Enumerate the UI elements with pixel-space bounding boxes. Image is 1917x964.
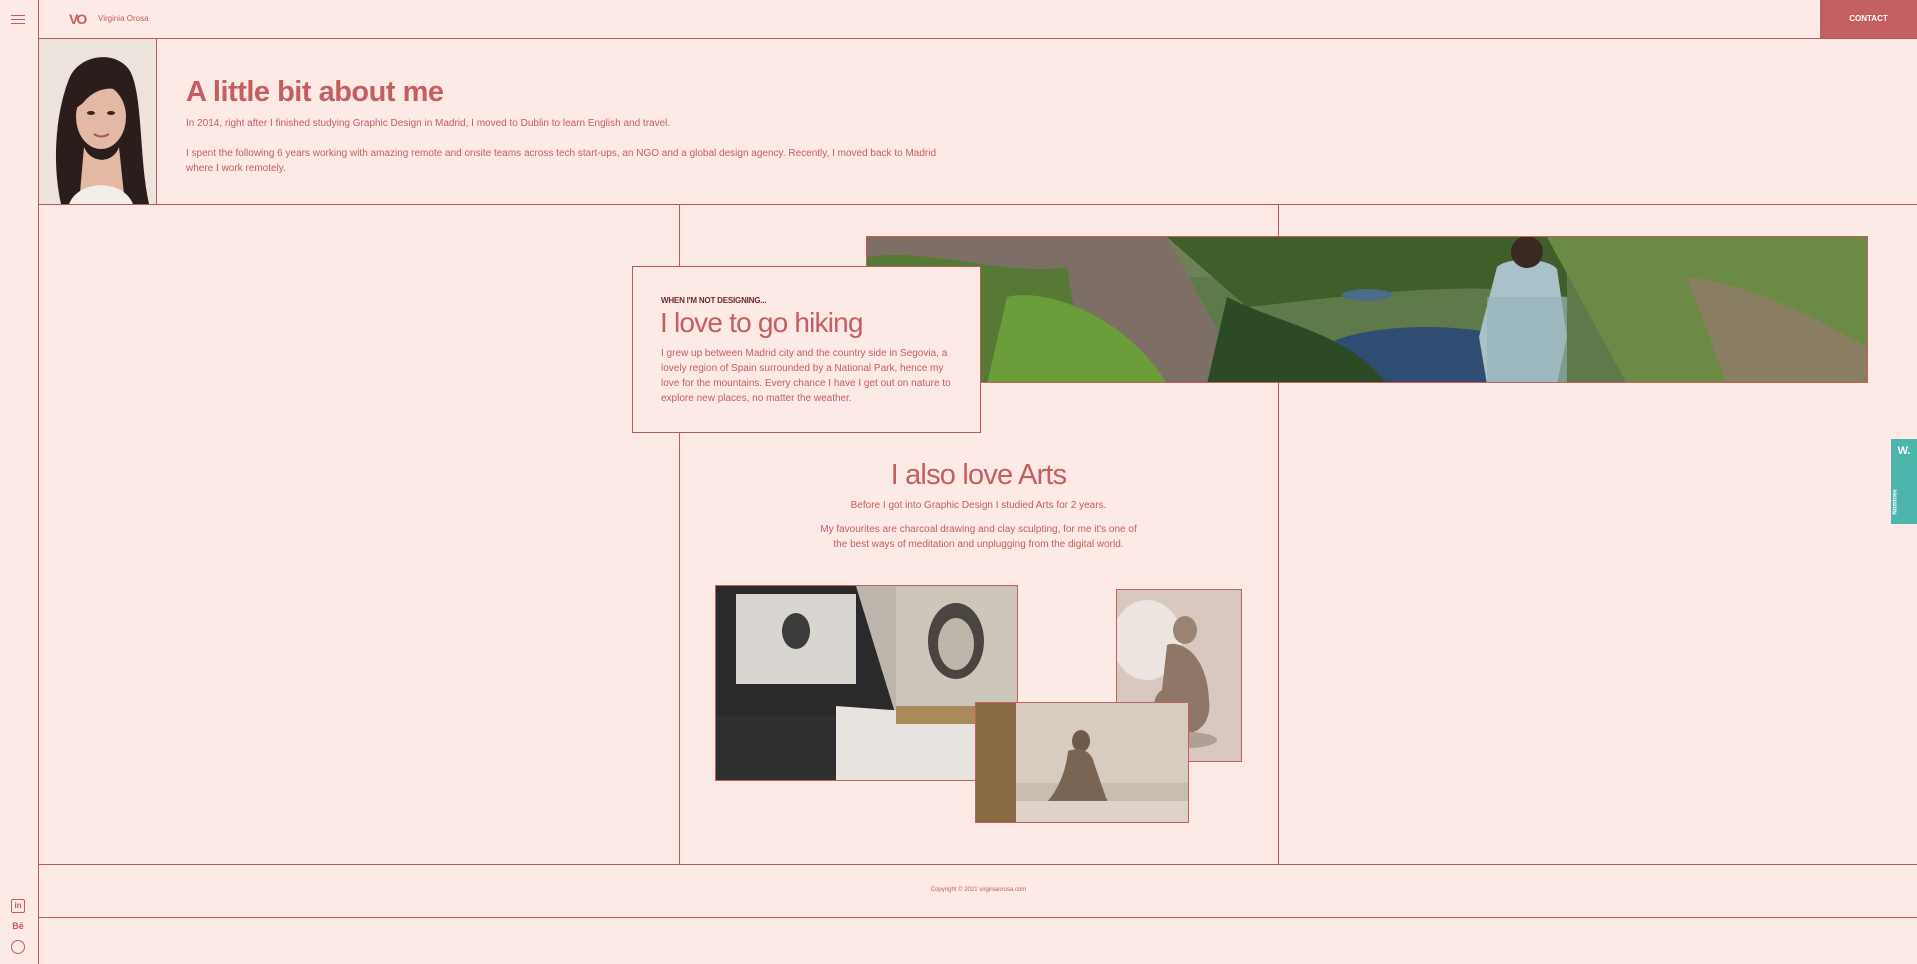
linkedin-icon[interactable]: in: [11, 899, 25, 913]
contact-button[interactable]: CONTACT: [1820, 0, 1917, 38]
portrait-illustration: [39, 39, 156, 204]
badge-label: Nominee: [1892, 489, 1899, 515]
arts-paragraph-2: My favourites are charcoal drawing and c…: [820, 524, 1137, 550]
arts-title: I also love Arts: [890, 459, 1068, 491]
hiking-text: I grew up between Madrid city and the co…: [661, 348, 951, 404]
charcoal-drawing-photo: [715, 585, 1018, 781]
portrait-divider: [156, 39, 157, 204]
badge-logo: W.: [1897, 445, 1911, 457]
about-paragraph-2: I spent the following 6 years working wi…: [186, 148, 937, 174]
left-rail: in Bē: [0, 0, 39, 964]
footer-bottom-divider: [39, 917, 1917, 918]
charcoal-drawing-scene: [716, 586, 1017, 780]
logo-mark[interactable]: VO: [69, 11, 87, 27]
behance-icon[interactable]: Bē: [11, 919, 25, 933]
hiking-kicker: WHEN I'M NOT DESIGNING...: [661, 296, 767, 305]
hiking-title: I love to go hiking: [660, 307, 864, 338]
header-divider: [39, 38, 1917, 39]
clay-sculpture-photo-2: [975, 702, 1189, 823]
about-title: A little bit about me: [186, 76, 444, 108]
arts-paragraph-1: Before I got into Graphic Design I studi…: [850, 500, 1107, 511]
hiking-landscape: [867, 237, 1867, 382]
site-name-link[interactable]: Virginia Orosa: [98, 14, 149, 23]
copyright-text: Copyright © 2021 virginiaorosa.com: [930, 887, 1027, 893]
about-paragraph-1: In 2014, right after I finished studying…: [186, 118, 671, 129]
dribbble-icon[interactable]: [11, 940, 25, 954]
hiking-card: WHEN I'M NOT DESIGNING... I love to go h…: [632, 266, 981, 433]
menu-icon[interactable]: [11, 15, 25, 25]
about-bottom-divider: [39, 204, 1917, 205]
clay-sculpture-scene-2: [976, 703, 1188, 822]
hiking-photo: [866, 236, 1868, 383]
portrait-photo: [39, 39, 156, 204]
footer-top-divider: [39, 864, 1917, 865]
awwwards-nominee-badge[interactable]: W. Nominee: [1891, 439, 1917, 524]
